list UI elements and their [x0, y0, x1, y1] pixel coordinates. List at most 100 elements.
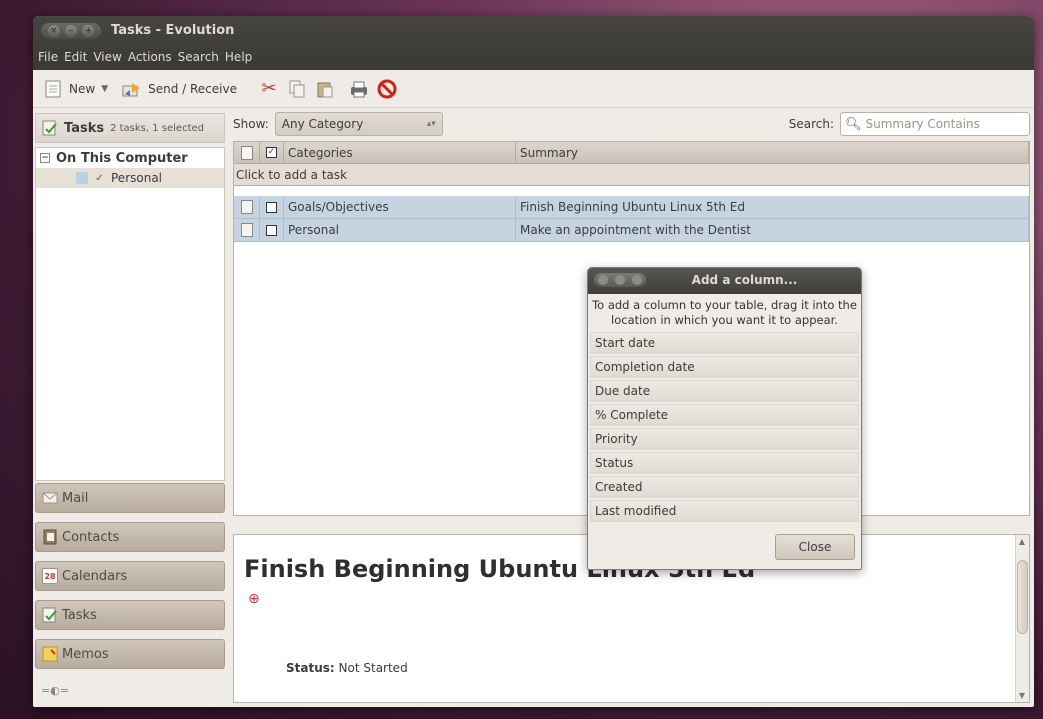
collapse-icon[interactable]: −: [40, 153, 50, 163]
task-complete-checkbox[interactable]: [266, 224, 277, 236]
category-select-value: Any Category: [281, 117, 364, 131]
column-option-completion-date[interactable]: Completion date: [590, 356, 859, 378]
cut-icon[interactable]: ✂: [259, 78, 279, 100]
delete-icon[interactable]: [377, 78, 397, 100]
contacts-icon: [42, 529, 58, 545]
evolution-window: × – + Tasks - Evolution File Edit View A…: [33, 16, 1034, 707]
tree-item-label: Personal: [111, 171, 163, 185]
switcher-contacts-button[interactable]: Contacts: [35, 522, 225, 552]
component-switcher: Mail Contacts 28 Calendars Tasks Memos: [35, 483, 225, 678]
switcher-memos-button[interactable]: Memos: [35, 639, 225, 669]
checkbox-checked-icon[interactable]: ✓: [94, 173, 105, 184]
title-bar: × – + Tasks - Evolution File Edit View A…: [33, 16, 1034, 70]
menu-edit[interactable]: Edit: [61, 50, 90, 64]
sidebar-count: 2 tasks, 1 selected: [110, 122, 205, 134]
filter-bar: Show: Any Category ▴▾ Search: 🔍︎ Summary…: [229, 109, 1034, 139]
column-option-created[interactable]: Created: [590, 476, 859, 498]
table-row[interactable]: Goals/Objectives Finish Beginning Ubuntu…: [234, 196, 1029, 219]
row-type-cell: [234, 219, 260, 241]
column-option-priority[interactable]: Priority: [590, 428, 859, 450]
sidebar: Tasks 2 tasks, 1 selected − On This Comp…: [33, 109, 227, 707]
search-input[interactable]: 🔍︎ Summary Contains: [840, 112, 1030, 136]
scroll-up-icon[interactable]: ▲: [1016, 537, 1028, 546]
column-option-percent-complete[interactable]: % Complete: [590, 404, 859, 426]
row-complete-cell[interactable]: [260, 196, 284, 218]
tree-group-on-this-computer[interactable]: − On This Computer: [36, 148, 224, 168]
calendar-icon: 28: [42, 568, 58, 584]
new-button[interactable]: New ▼: [43, 78, 108, 100]
checkbox-checked-icon: ✓: [266, 147, 277, 158]
switcher-tasks-button[interactable]: Tasks: [35, 600, 225, 630]
status-value: Not Started: [338, 661, 408, 675]
column-option-start-date[interactable]: Start date: [590, 332, 859, 354]
toolbar: New ▼ Send / Receive ✂: [33, 70, 1034, 108]
menu-search[interactable]: Search: [175, 50, 222, 64]
copy-icon[interactable]: [287, 78, 307, 100]
search-label: Search:: [788, 117, 834, 131]
menu-actions[interactable]: Actions: [125, 50, 175, 64]
menu-view[interactable]: View: [90, 50, 124, 64]
task-list-tree: − On This Computer ✓ Personal: [35, 147, 225, 481]
calendar-icon-day: 28: [44, 571, 56, 581]
column-option-due-date[interactable]: Due date: [590, 380, 859, 402]
search-icon[interactable]: 🔍︎: [845, 117, 862, 132]
search-placeholder: Summary Contains: [865, 117, 980, 131]
scroll-down-icon[interactable]: ▼: [1016, 691, 1028, 700]
tree-item-personal[interactable]: ✓ Personal: [36, 168, 224, 188]
window-title: Tasks - Evolution: [111, 23, 235, 38]
menu-file[interactable]: File: [35, 50, 61, 64]
menu-help[interactable]: Help: [222, 50, 255, 64]
row-summary: Make an appointment with the Dentist: [516, 219, 1029, 241]
column-header-summary[interactable]: Summary: [516, 142, 1029, 163]
print-icon[interactable]: [349, 78, 369, 100]
send-receive-label: Send / Receive: [148, 81, 237, 96]
add-task-row[interactable]: Click to add a task: [234, 164, 1029, 186]
show-label: Show:: [233, 117, 269, 131]
row-summary: Finish Beginning Ubuntu Linux 5th Ed: [516, 196, 1029, 218]
send-receive-icon: [122, 78, 142, 100]
category-select[interactable]: Any Category ▴▾: [274, 112, 443, 136]
minimize-window-icon[interactable]: –: [64, 25, 77, 37]
new-document-icon: [43, 78, 63, 100]
row-complete-cell[interactable]: [260, 219, 284, 241]
row-type-cell: [234, 196, 260, 218]
task-icon: [240, 200, 253, 214]
dialog-title-bar: Add a column...: [588, 268, 861, 294]
preview-scrollbar[interactable]: ▲ ▼: [1015, 535, 1029, 702]
network-status-icon[interactable]: =◐=: [41, 684, 69, 697]
mail-icon: [42, 490, 58, 506]
column-header-type[interactable]: [234, 142, 260, 163]
switcher-tasks-label: Tasks: [62, 607, 97, 623]
tree-group-label: On This Computer: [56, 150, 188, 166]
new-button-label: New: [69, 81, 96, 96]
tasks-icon: [42, 607, 58, 623]
row-category: Goals/Objectives: [284, 196, 516, 218]
switcher-mail-label: Mail: [62, 490, 89, 506]
paste-icon[interactable]: [315, 78, 335, 100]
task-complete-checkbox[interactable]: [266, 201, 277, 213]
dialog-close-button[interactable]: Close: [775, 534, 855, 560]
column-header-categories[interactable]: Categories: [284, 142, 516, 163]
column-option-last-modified[interactable]: Last modified: [590, 500, 859, 522]
sidebar-title: Tasks: [64, 120, 105, 136]
close-window-icon[interactable]: ×: [47, 25, 60, 37]
table-header: ✓ Categories Summary: [234, 142, 1029, 164]
maximize-window-icon[interactable]: +: [82, 25, 95, 37]
task-type-icon: [240, 145, 253, 160]
send-receive-button[interactable]: Send / Receive: [122, 78, 237, 100]
task-status-icon: ⊕: [248, 591, 260, 607]
sidebar-header: Tasks 2 tasks, 1 selected: [35, 113, 225, 143]
tasks-icon: [42, 120, 58, 136]
memos-icon: [42, 646, 58, 662]
column-header-complete[interactable]: ✓: [260, 142, 284, 163]
table-row[interactable]: Personal Make an appointment with the De…: [234, 219, 1029, 242]
column-option-status[interactable]: Status: [590, 452, 859, 474]
switcher-mail-button[interactable]: Mail: [35, 483, 225, 513]
search-area: Search: 🔍︎ Summary Contains: [789, 112, 1030, 136]
window-controls: × – +: [41, 23, 101, 39]
task-icon: [240, 223, 253, 237]
switcher-calendars-button[interactable]: 28 Calendars: [35, 561, 225, 591]
scroll-thumb[interactable]: [1017, 560, 1028, 634]
chevron-down-icon[interactable]: ▼: [101, 84, 108, 94]
